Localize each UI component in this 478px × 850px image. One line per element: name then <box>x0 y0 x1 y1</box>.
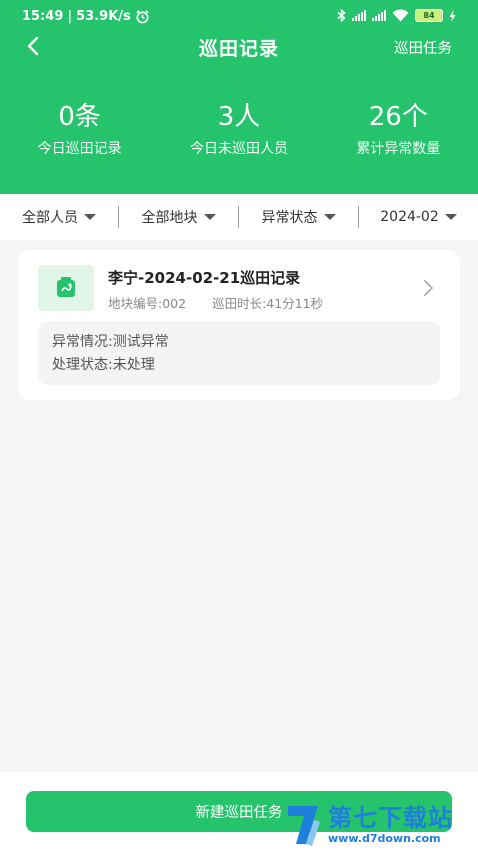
record-abnormal: 异常情况:测试异常 <box>52 334 169 350</box>
watermark-logo-icon <box>288 806 320 846</box>
filter-month-dropdown[interactable]: 2024-02 <box>358 206 478 228</box>
stat-today-records: 0条 今日巡田记录 <box>0 100 159 158</box>
wifi-icon <box>392 9 409 22</box>
record-card[interactable]: 李宁-2024-02-21巡田记录 地块编号:002 巡田时长:41分11秒 异常… <box>18 250 460 400</box>
header-banner: 15:49 | 53.9K/s 84 巡田记录 巡田任务 0条 今日巡田记录 3… <box>0 0 478 194</box>
patrol-task-link[interactable]: 巡田任务 <box>394 37 452 58</box>
filter-label: 全部地块 <box>141 210 198 226</box>
record-meta: 地块编号:002 巡田时长:41分11秒 <box>108 293 323 312</box>
signal-icon-sim1 <box>352 10 366 21</box>
record-icon-wrap <box>38 265 94 311</box>
watermark-title: 第七下载站 <box>328 804 453 832</box>
battery-icon: 84 <box>415 9 443 22</box>
back-arrow-icon[interactable] <box>22 34 46 58</box>
stats-row: 0条 今日巡田记录 3人 今日未巡田人员 26个 累计异常数量 <box>0 100 478 158</box>
watermark: 第七下载站 www.d7down.com <box>284 800 478 850</box>
status-time: 15:49 <box>22 9 64 24</box>
record-plot-no: 地块编号:002 <box>108 296 187 311</box>
stat-label: 累计异常数量 <box>356 141 441 157</box>
stat-unpatrolled-staff: 3人 今日未巡田人员 <box>159 100 318 158</box>
bluetooth-icon <box>337 9 346 22</box>
status-bar: 15:49 | 53.9K/s 84 <box>0 0 478 34</box>
watermark-url: www.d7down.com <box>328 832 441 845</box>
filter-label: 全部人员 <box>22 210 78 226</box>
caret-down-icon <box>444 214 457 220</box>
stat-value: 26个 <box>368 102 428 132</box>
charging-icon <box>449 9 456 22</box>
stat-total-abnormal: 26个 累计异常数量 <box>319 100 478 158</box>
filter-personnel-dropdown[interactable]: 全部人员 <box>0 206 118 228</box>
nav-bar: 巡田记录 巡田任务 <box>0 30 478 62</box>
filter-abnormal-status-dropdown[interactable]: 异常状态 <box>238 206 358 228</box>
record-book-icon <box>57 277 75 297</box>
filter-bar: 全部人员 全部地块 异常状态 2024-02 <box>0 194 478 240</box>
signal-icon-sim2 <box>372 10 386 21</box>
record-handle-status: 处理状态:未处理 <box>52 357 155 373</box>
record-title: 李宁-2024-02-21巡田记录 <box>108 269 301 287</box>
caret-down-icon <box>84 214 96 220</box>
record-detail-box: 异常情况:测试异常 处理状态:未处理 <box>38 321 440 385</box>
stat-label: 今日未巡田人员 <box>189 141 288 157</box>
caret-down-icon <box>203 214 216 220</box>
network-speed: 53.9K/s <box>76 9 131 24</box>
caret-down-icon <box>323 214 336 220</box>
filter-label: 2024-02 <box>380 209 439 225</box>
stat-value: 0条 <box>58 102 101 132</box>
stat-label: 今日巡田记录 <box>37 141 122 157</box>
filter-label: 异常状态 <box>261 210 318 226</box>
record-duration: 巡田时长:41分11秒 <box>212 296 324 311</box>
alarm-icon <box>136 10 149 24</box>
stat-value: 3人 <box>217 102 261 132</box>
chevron-right-icon <box>424 280 433 296</box>
filter-plot-dropdown[interactable]: 全部地块 <box>118 206 238 228</box>
